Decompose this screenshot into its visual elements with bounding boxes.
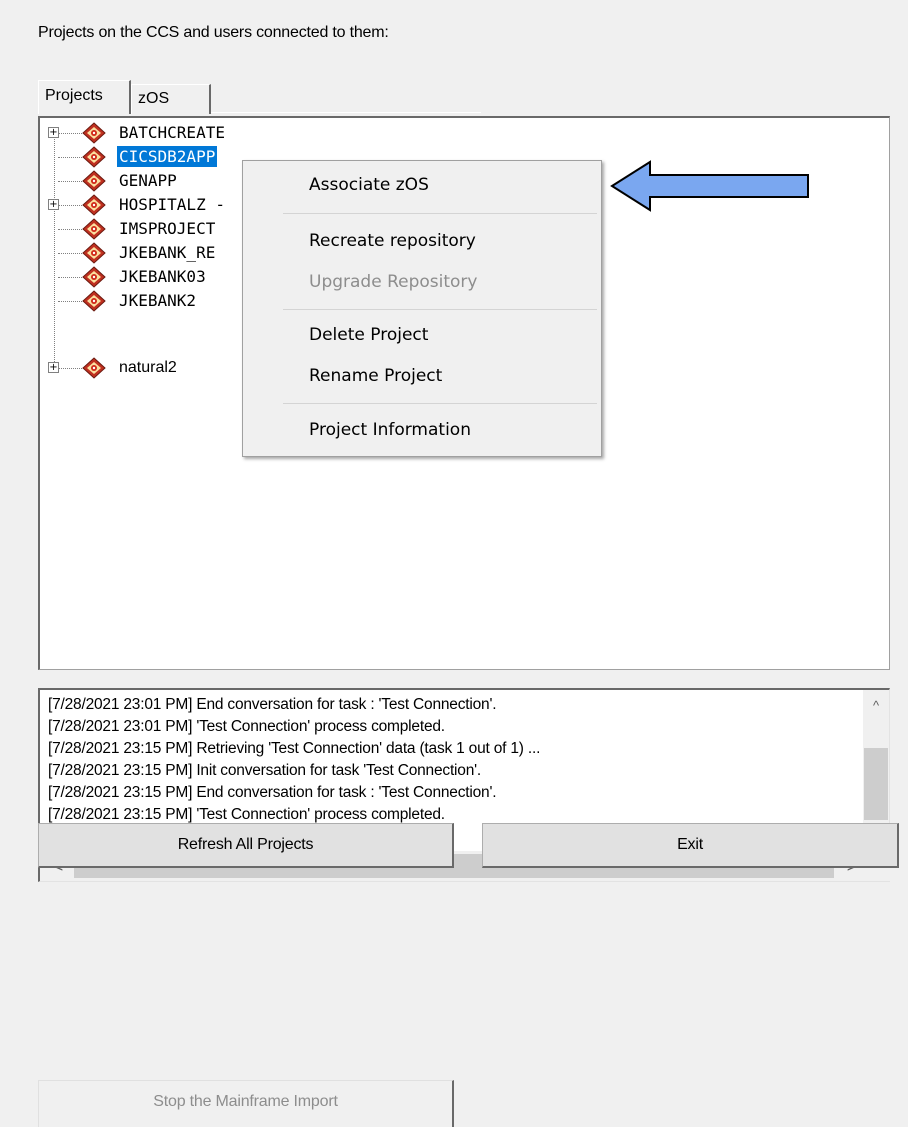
- menu-item-rename-project[interactable]: Rename Project: [309, 366, 442, 386]
- tree-item-label: JKEBANK_RE: [119, 243, 216, 262]
- project-icon: [82, 290, 106, 312]
- tree-item-label: JKEBANK03: [119, 267, 206, 286]
- tree-item-label: IMSPROJECT: [119, 219, 216, 238]
- menu-separator: [283, 213, 597, 214]
- tree-connector-line: [54, 134, 55, 364]
- exit-button[interactable]: Exit: [482, 823, 899, 868]
- context-menu: Associate zOS Recreate repository Upgrad…: [242, 160, 602, 457]
- tab-zos[interactable]: zOS: [131, 84, 211, 114]
- tab-projects[interactable]: Projects: [38, 80, 131, 114]
- tree-item-label: GENAPP: [119, 171, 177, 190]
- log-line: [7/28/2021 23:15 PM] Retrieving 'Test Co…: [48, 740, 541, 757]
- project-icon: [82, 266, 106, 288]
- project-icon: [82, 146, 106, 168]
- project-icon: [82, 194, 106, 216]
- page-heading: Projects on the CCS and users connected …: [38, 24, 389, 41]
- project-icon: [82, 170, 106, 192]
- log-line: [7/28/2021 23:01 PM] 'Test Connection' p…: [48, 718, 445, 735]
- tree-item-label: HOSPITALZ -: [119, 195, 225, 214]
- refresh-all-projects-button[interactable]: Refresh All Projects: [38, 823, 454, 868]
- menu-item-associate-zos[interactable]: Associate zOS: [309, 175, 429, 195]
- menu-separator: [283, 403, 597, 404]
- expand-plus-icon[interactable]: +: [48, 362, 59, 373]
- stop-mainframe-import-button: Stop the Mainframe Import: [38, 1080, 454, 1127]
- menu-item-project-information[interactable]: Project Information: [309, 420, 471, 440]
- log-line: [7/28/2021 23:15 PM] 'Test Connection' p…: [48, 806, 445, 823]
- vertical-scroll-thumb[interactable]: [864, 748, 888, 820]
- log-line: [7/28/2021 23:15 PM] Init conversation f…: [48, 762, 482, 779]
- project-icon: [82, 122, 106, 144]
- tree-item-label: CICSDB2APP: [117, 146, 218, 167]
- tree-item-label: natural2: [119, 359, 177, 376]
- project-icon: [82, 218, 106, 240]
- menu-item-recreate-repository[interactable]: Recreate repository: [309, 231, 476, 251]
- expand-plus-icon[interactable]: +: [48, 127, 59, 138]
- expand-plus-icon[interactable]: +: [48, 199, 59, 210]
- scroll-up-icon[interactable]: ^: [863, 698, 889, 718]
- tree-item-label: BATCHCREATE: [119, 123, 225, 142]
- menu-separator: [283, 309, 597, 310]
- project-icon: [82, 357, 106, 379]
- menu-item-delete-project[interactable]: Delete Project: [309, 325, 428, 345]
- tree-item-label: JKEBANK2: [119, 291, 197, 310]
- project-icon: [82, 242, 106, 264]
- menu-item-upgrade-repository: Upgrade Repository: [309, 272, 478, 292]
- log-line: [7/28/2021 23:01 PM] End conversation fo…: [48, 696, 497, 713]
- pointer-arrow-icon: [610, 160, 809, 212]
- log-line: [7/28/2021 23:15 PM] End conversation fo…: [48, 784, 497, 801]
